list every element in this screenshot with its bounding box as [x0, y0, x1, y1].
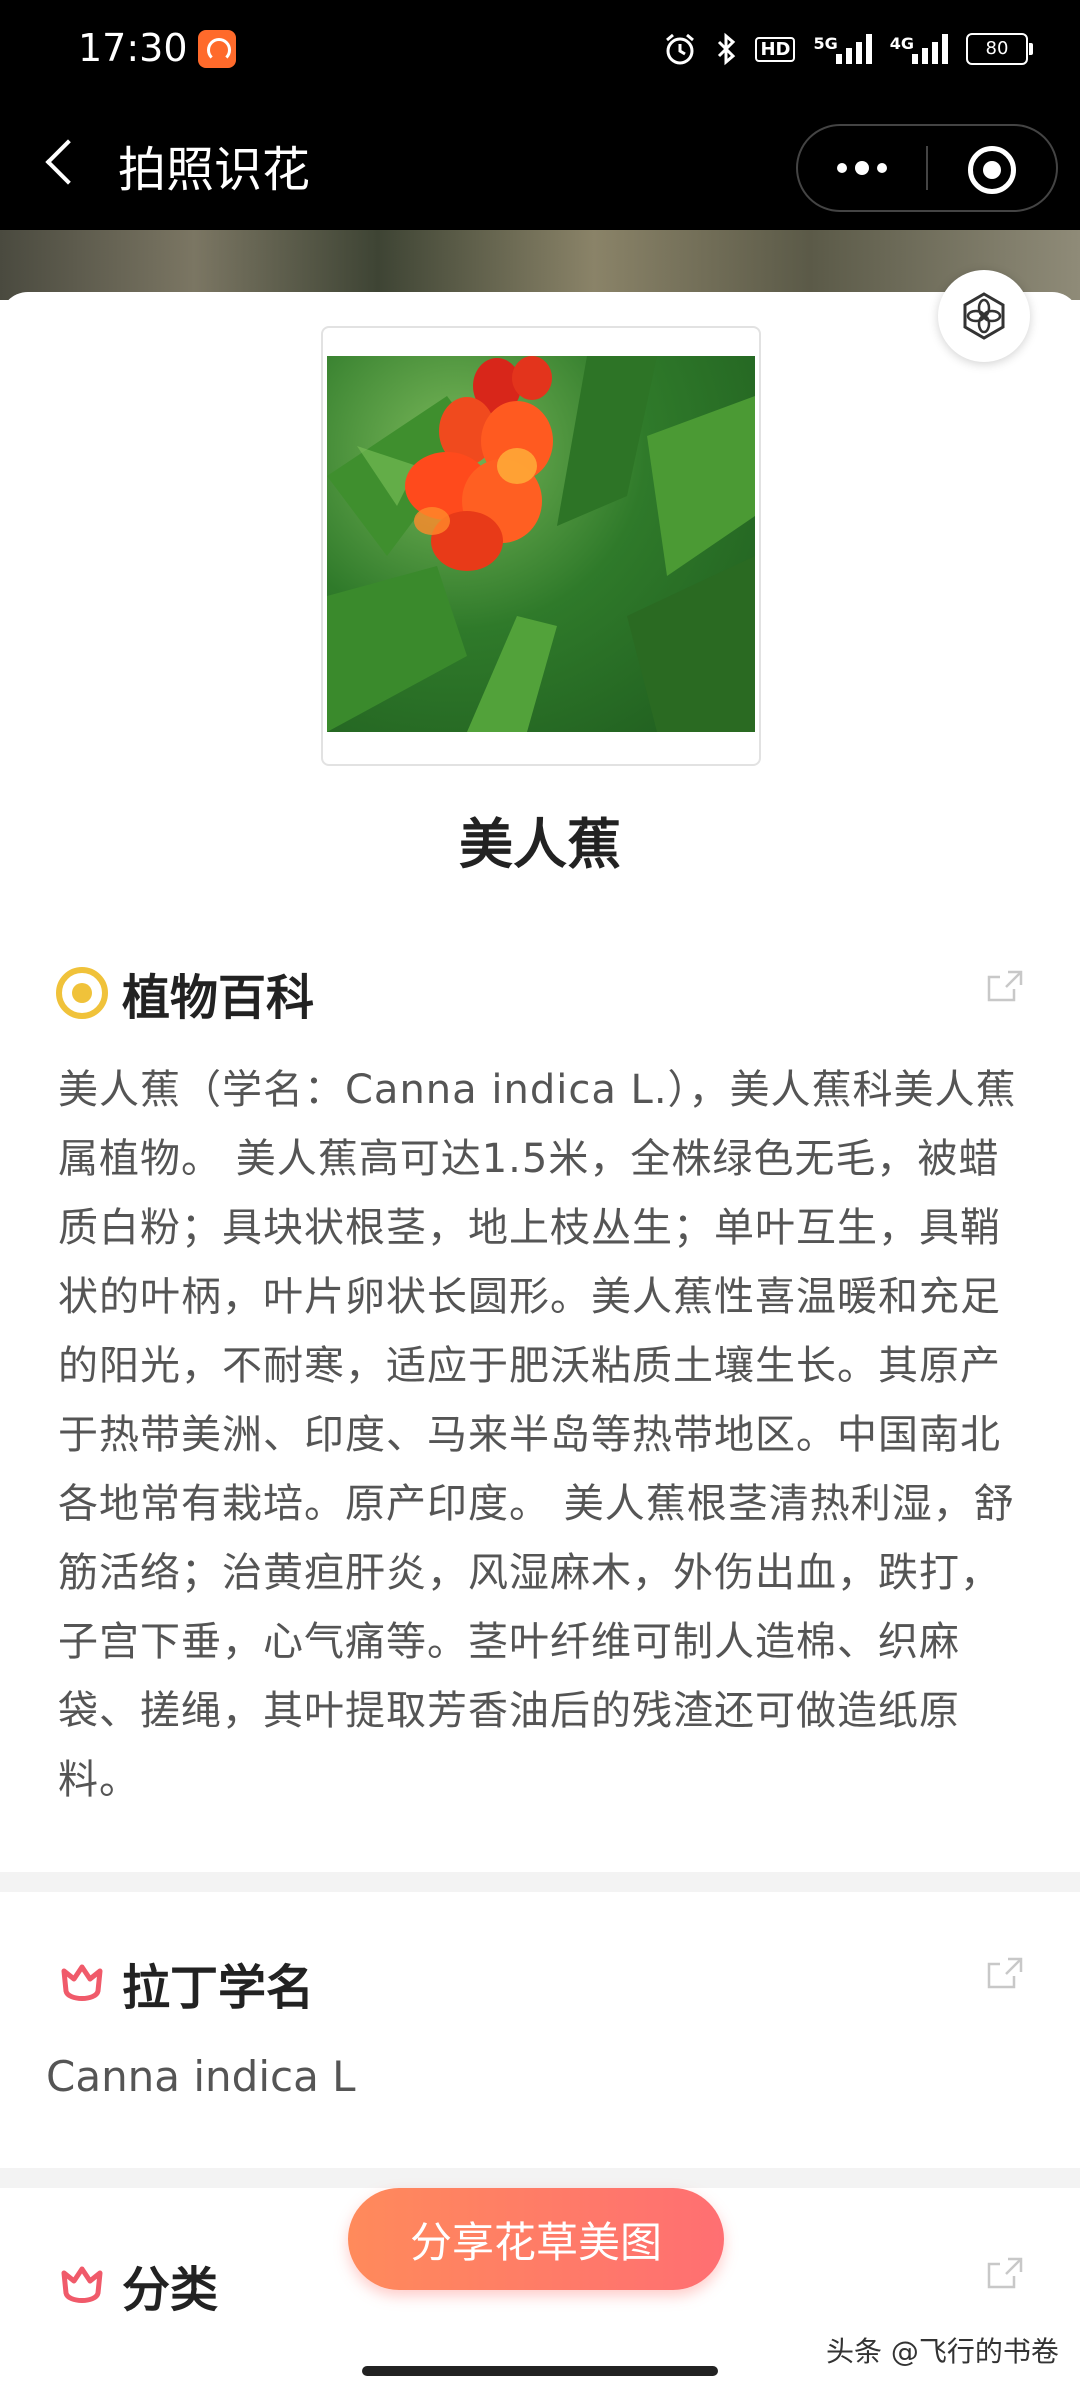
page-title: 拍照识花 [118, 142, 311, 198]
tulip-icon [61, 2266, 103, 2303]
latin-title: 拉丁学名 [122, 1960, 315, 2016]
nav-bar: 拍照识花 [0, 100, 1080, 230]
classification-header: 分类 [56, 2250, 218, 2320]
status-time: 17:30 [78, 26, 188, 70]
scan-button[interactable] [938, 270, 1030, 362]
watermark: 头条 @飞行的书卷 [826, 2335, 1059, 2368]
section-divider [0, 1872, 1080, 1892]
hd-icon: HD [755, 36, 796, 62]
latin-name-value: Canna indica L [46, 2052, 356, 2101]
plant-photo-frame[interactable] [321, 326, 761, 766]
status-bar: 17:30 HD 5G 4G 80 [0, 0, 1080, 100]
encyclopedia-header: 植物百科 [56, 958, 314, 1028]
capsule-divider [926, 146, 928, 190]
share-icon[interactable] [986, 2256, 1024, 2290]
mini-program-capsule [796, 124, 1058, 212]
encyclopedia-text: 美人蕉（学名：Canna indica L.），美人蕉科美人蕉属植物。 美人蕉高… [58, 1067, 1017, 1803]
plant-name: 美人蕉 [459, 813, 621, 876]
share-icon[interactable] [986, 969, 1024, 1003]
status-icons: HD 5G 4G 80 [663, 24, 1033, 74]
signal-4g-icon: 4G [890, 34, 948, 64]
battery-icon: 80 [966, 33, 1033, 65]
alarm-icon [666, 33, 695, 65]
eye-icon [56, 967, 108, 1019]
signal-5g-icon: 5G [813, 34, 872, 64]
more-dots-icon [837, 163, 847, 173]
close-mini-program-button[interactable] [968, 146, 1016, 194]
share-flower-image-button[interactable]: 分享花草美图 [348, 2188, 724, 2290]
share-icon[interactable] [986, 1956, 1024, 1990]
flower-scan-icon [963, 292, 1005, 340]
encyclopedia-title: 植物百科 [122, 970, 315, 1026]
bluetooth-icon [718, 32, 736, 66]
app-notification-icon [198, 30, 236, 68]
back-button[interactable] [40, 138, 90, 194]
section-divider [0, 2168, 1080, 2188]
background-photo [0, 230, 1080, 300]
classification-title: 分类 [122, 2262, 219, 2318]
plant-photo [327, 356, 755, 732]
more-button[interactable] [798, 126, 926, 210]
home-indicator[interactable] [362, 2366, 718, 2376]
tulip-icon [61, 1964, 103, 2001]
latin-header: 拉丁学名 [56, 1948, 314, 2018]
